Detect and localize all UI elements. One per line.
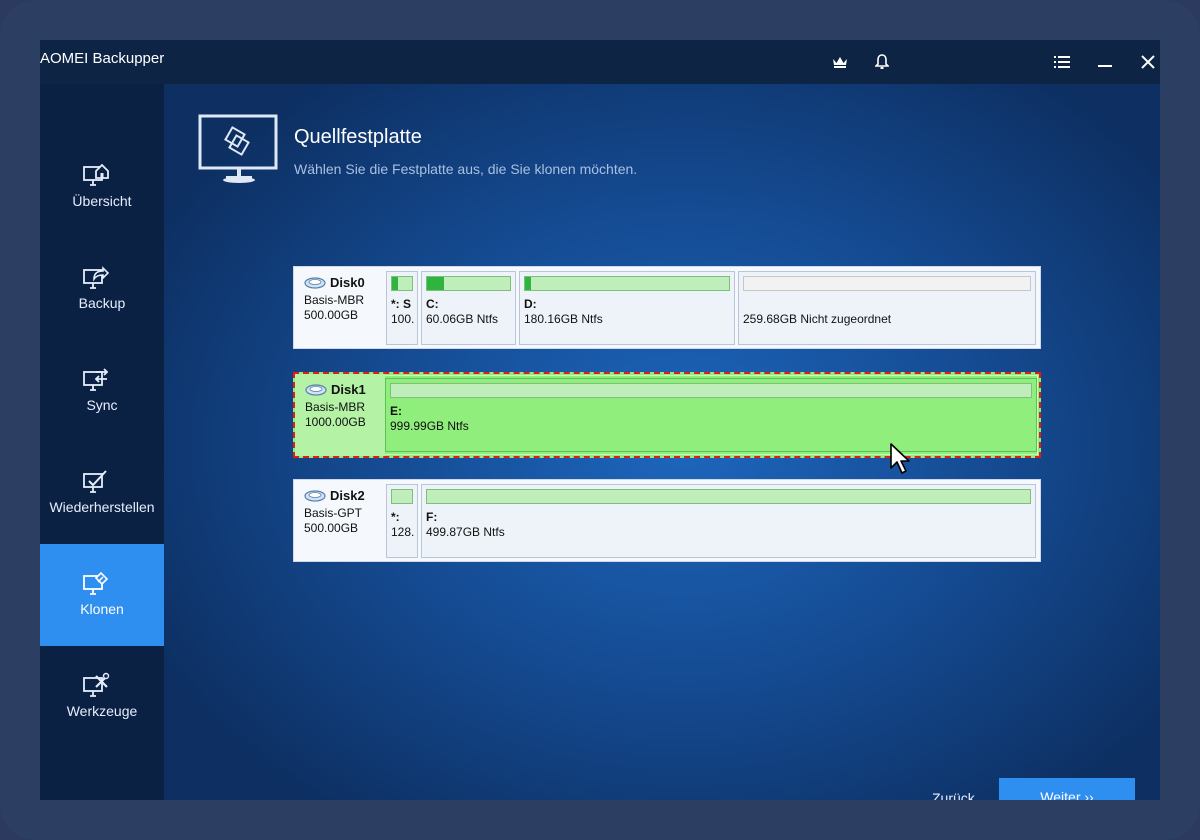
sidebar-item-tools[interactable]: Werkzeuge [40,646,164,748]
sidebar-item-overview[interactable]: Übersicht [40,136,164,238]
disk-name: Disk0 [330,275,365,290]
disk-name: Disk2 [330,488,365,503]
sidebar-item-label: Übersicht [72,193,132,209]
sidebar-item-label: Wiederherstellen [49,499,155,515]
partition-usage-bar [392,277,398,290]
app-title: AOMEI Backupper [40,50,165,67]
disk-type: Basis-MBR [304,293,365,307]
menu-icon[interactable] [1048,48,1076,76]
partition-size: 259.68GB Nicht zugeordnet [743,312,892,326]
sidebar-item-clone[interactable]: Klonen [40,544,164,646]
partition-usage-bar [427,277,444,290]
device-frame: AOMEI Backupper Übersicht Backup Sync Wi… [0,0,1200,840]
disk-icon [305,383,327,396]
close-icon[interactable] [1134,48,1160,76]
sidebar-item-backup[interactable]: Backup [40,238,164,340]
partition-label: *: [391,510,400,524]
sidebar-item-restore[interactable]: Wiederherstellen [40,442,164,544]
back-button[interactable]: Zurück [932,790,975,800]
restore-icon [83,470,107,493]
main-panel: Quellfestplatte Wählen Sie die Festplatt… [164,84,1160,800]
sidebar-item-label: Sync [86,397,118,413]
disk-type: Basis-GPT [304,506,363,520]
disk-size: 500.00GB [304,308,359,322]
disk-icon [304,276,326,289]
backup-icon [83,266,110,289]
partition-f[interactable]: F: 499.87GB Ntfs [421,484,1036,558]
partition-label: C: [426,297,439,311]
partition-size: 60.06GB Ntfs [426,312,499,326]
disk-row-disk1[interactable]: Disk1 Basis-MBR 1000.00GB E: 999.99GB Nt… [293,372,1041,458]
app-window: AOMEI Backupper Übersicht Backup Sync Wi… [40,40,1160,800]
disk-row-disk0[interactable]: Disk0 Basis-MBR 500.00GB *: S 100. C: 60… [293,266,1041,349]
crown-icon[interactable] [826,48,854,76]
partition-unallocated[interactable]: 259.68GB Nicht zugeordnet [738,271,1036,345]
partition-usage-bar [525,277,532,290]
partition-e[interactable]: E: 999.99GB Ntfs [385,378,1037,452]
partition-size: 499.87GB Ntfs [426,525,505,539]
home-monitor-icon [83,163,109,186]
partition-system[interactable]: *: S 100. [386,271,418,345]
title-bar: AOMEI Backupper [40,40,1160,84]
partition-efi[interactable]: *: 128. [386,484,418,558]
partition-size: 180.16GB Ntfs [524,312,603,326]
partition-size: 128. [391,525,415,539]
disk-name: Disk1 [331,382,366,397]
disk-type: Basis-MBR [305,400,366,414]
disk-info: Disk0 Basis-MBR 500.00GB [294,267,384,348]
partition-size: 100. [391,312,415,326]
partition-d[interactable]: D: 180.16GB Ntfs [519,271,735,345]
clone-icon [83,571,109,595]
partition-label: F: [426,510,438,524]
sync-icon [83,368,109,391]
disk-icon [304,489,326,502]
partition-label: *: S [391,297,412,311]
mouse-cursor-icon [890,443,910,474]
partition-c[interactable]: C: 60.06GB Ntfs [421,271,516,345]
bell-icon[interactable] [868,48,896,76]
next-button[interactable]: Weiter ›› [999,778,1135,800]
tools-icon [83,672,110,697]
partition-label: D: [524,297,537,311]
minimize-icon[interactable] [1091,48,1119,76]
sidebar: Übersicht Backup Sync Wiederherstellen K… [40,84,164,800]
sidebar-item-label: Klonen [80,601,124,617]
disk-size: 1000.00GB [305,415,366,429]
disk-info: Disk2 Basis-GPT 500.00GB [294,480,384,561]
page-subtitle: Wählen Sie die Festplatte aus, die Sie k… [294,161,638,177]
sidebar-item-sync[interactable]: Sync [40,340,164,442]
disk-info: Disk1 Basis-MBR 1000.00GB [295,374,385,456]
partition-size: 999.99GB Ntfs [390,419,469,433]
partition-label: E: [390,404,402,418]
sidebar-item-label: Werkzeuge [66,703,138,719]
disk-size: 500.00GB [304,521,359,535]
page-title: Quellfestplatte [294,126,422,148]
sidebar-item-label: Backup [78,295,126,311]
disk-row-disk2[interactable]: Disk2 Basis-GPT 500.00GB *: 128. F: 499.… [293,479,1041,562]
clone-monitor-icon [198,114,278,183]
